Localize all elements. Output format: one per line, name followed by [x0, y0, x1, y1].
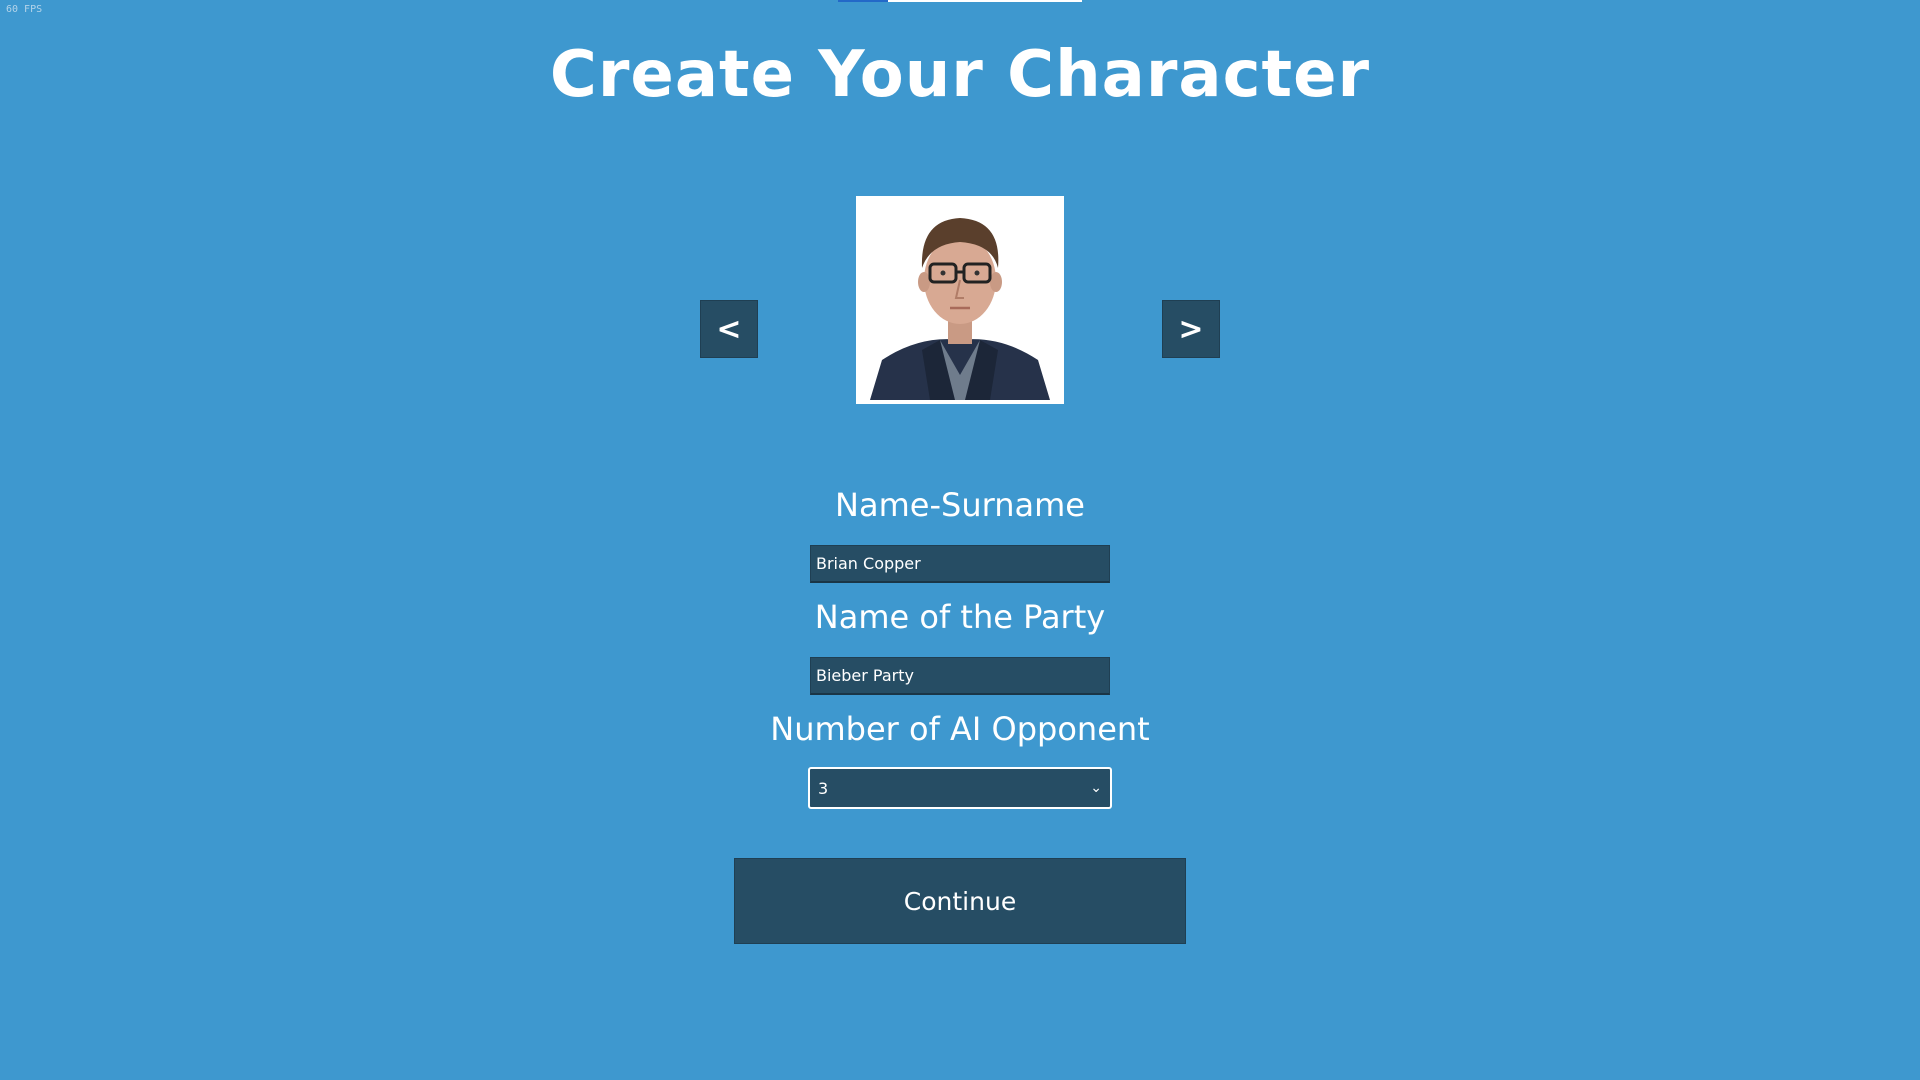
- previous-portrait-button[interactable]: <: [700, 300, 758, 358]
- loading-progress-fill: [838, 0, 888, 2]
- ai-opponent-count-value: 3: [818, 778, 829, 798]
- fps-counter: 60 FPS: [6, 4, 43, 15]
- character-portrait: [856, 196, 1064, 404]
- name-surname-label: Name-Surname: [835, 486, 1085, 524]
- loading-progress-bar: [838, 0, 1082, 2]
- page-title: Create Your Character: [549, 38, 1371, 112]
- chevron-down-icon: ⌄: [1090, 780, 1102, 796]
- party-name-label: Name of the Party: [814, 598, 1106, 636]
- name-surname-input[interactable]: [810, 545, 1110, 583]
- character-portrait-image: [860, 200, 1060, 400]
- next-portrait-button[interactable]: >: [1162, 300, 1220, 358]
- ai-opponent-count-label: Number of AI Opponent: [770, 710, 1150, 748]
- continue-button[interactable]: Continue: [734, 858, 1186, 944]
- ai-opponent-count-select[interactable]: 3 ⌄: [808, 767, 1112, 809]
- party-name-input[interactable]: [810, 657, 1110, 695]
